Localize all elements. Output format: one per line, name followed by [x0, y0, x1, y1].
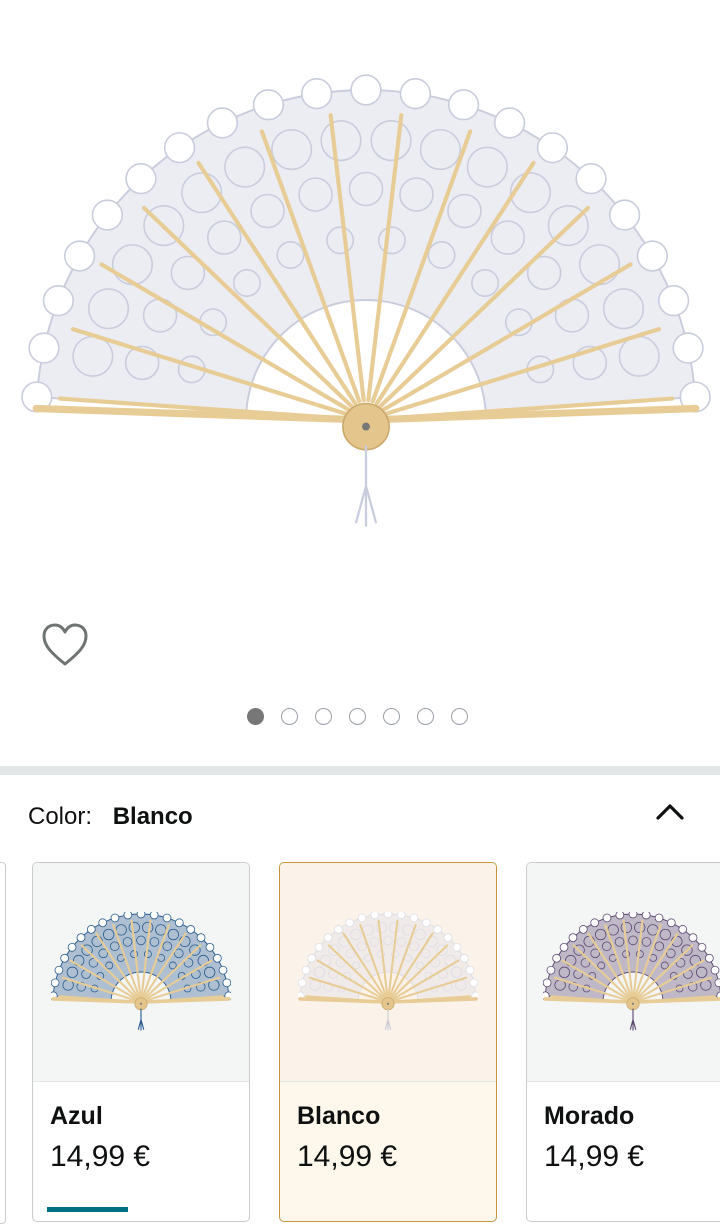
selected-color-value: Blanco	[112, 803, 193, 830]
color-option-price: 14,99 €	[50, 1140, 151, 1173]
pagination-dot[interactable]	[382, 708, 400, 725]
color-option-price: 14,99 €	[297, 1140, 398, 1173]
color-label: Color:	[28, 803, 93, 830]
chevron-up-icon[interactable]	[650, 793, 690, 833]
color-option-name: Blanco	[297, 1102, 381, 1130]
color-option-price: 14,99 €	[544, 1140, 645, 1173]
color-selector-header: Color: Blanco	[28, 800, 193, 834]
pagination-dot[interactable]	[348, 708, 366, 725]
color-option-thumbnail	[33, 863, 249, 1082]
color-option-azul[interactable]: Azul 14,99 €	[32, 862, 250, 1222]
pagination-dot[interactable]	[246, 708, 264, 725]
color-option-name: Azul	[50, 1102, 103, 1130]
lace-fan-image[interactable]	[0, 0, 720, 600]
color-option-blanco[interactable]: Blanco 14,99 €	[279, 862, 497, 1222]
heart-icon[interactable]	[40, 622, 90, 668]
lace-fan-thumbnail-azul	[51, 912, 231, 1031]
pagination-dot[interactable]	[416, 708, 434, 725]
active-tab-indicator	[47, 1207, 128, 1212]
lace-fan-thumbnail-morado	[543, 912, 720, 1031]
color-option-previous-partial[interactable]	[0, 862, 6, 1224]
section-divider	[0, 766, 720, 775]
product-image-gallery[interactable]	[0, 0, 720, 766]
color-option-thumbnail	[280, 863, 496, 1082]
lace-fan-thumbnail-blanco	[298, 912, 478, 1031]
color-option-morado[interactable]: Morado 14,99 €	[526, 862, 720, 1222]
color-option-thumbnail	[527, 863, 720, 1082]
pagination-dot[interactable]	[314, 708, 332, 725]
pagination-dot[interactable]	[280, 708, 298, 725]
pagination-dot[interactable]	[450, 708, 468, 725]
color-option-name: Morado	[544, 1102, 635, 1130]
image-pagination-dots	[0, 708, 717, 728]
